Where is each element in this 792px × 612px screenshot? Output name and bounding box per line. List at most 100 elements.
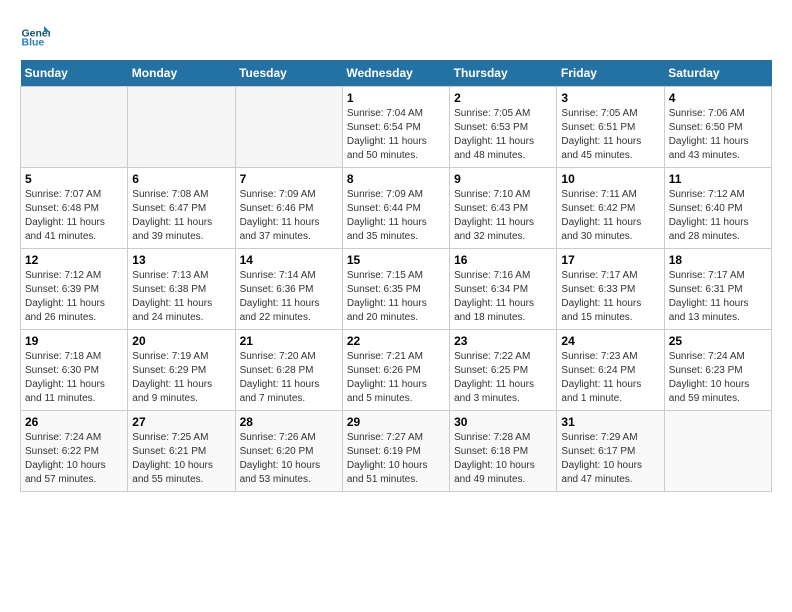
calendar-table: SundayMondayTuesdayWednesdayThursdayFrid… <box>20 60 772 492</box>
day-info: Sunrise: 7:19 AM Sunset: 6:29 PM Dayligh… <box>132 350 230 406</box>
day-info: Sunrise: 7:11 AM Sunset: 6:42 PM Dayligh… <box>561 188 659 244</box>
day-info: Sunrise: 7:20 AM Sunset: 6:28 PM Dayligh… <box>240 350 338 406</box>
day-number: 24 <box>561 334 659 348</box>
day-number: 25 <box>669 334 767 348</box>
day-number: 18 <box>669 253 767 267</box>
calendar-cell: 7 Sunrise: 7:09 AM Sunset: 6:46 PM Daylig… <box>235 168 342 249</box>
day-info: Sunrise: 7:09 AM Sunset: 6:46 PM Dayligh… <box>240 188 338 244</box>
day-info: Sunrise: 7:08 AM Sunset: 6:47 PM Dayligh… <box>132 188 230 244</box>
calendar-cell: 17 Sunrise: 7:17 AM Sunset: 6:33 PM Dayli… <box>557 249 664 330</box>
day-number: 31 <box>561 415 659 429</box>
day-info: Sunrise: 7:27 AM Sunset: 6:19 PM Dayligh… <box>347 431 445 487</box>
day-info: Sunrise: 7:17 AM Sunset: 6:33 PM Dayligh… <box>561 269 659 325</box>
day-info: Sunrise: 7:24 AM Sunset: 6:23 PM Dayligh… <box>669 350 767 406</box>
calendar-cell: 3Sunrise: 7:05 AM Sunset: 6:51 PM Daylig… <box>557 87 664 168</box>
day-number: 22 <box>347 334 445 348</box>
day-number: 5 <box>25 172 123 186</box>
day-info: Sunrise: 7:17 AM Sunset: 6:31 PM Dayligh… <box>669 269 767 325</box>
page-header: General Blue <box>20 20 772 50</box>
week-row-4: 26 Sunrise: 7:24 AM Sunset: 6:22 PM Dayli… <box>21 411 772 492</box>
day-info: Sunrise: 7:29 AM Sunset: 6:17 PM Dayligh… <box>561 431 659 487</box>
col-header-sunday: Sunday <box>21 60 128 87</box>
logo-icon: General Blue <box>20 20 50 50</box>
day-number: 4 <box>669 91 767 105</box>
day-info: Sunrise: 7:05 AM Sunset: 6:51 PM Dayligh… <box>561 107 659 163</box>
day-number: 13 <box>132 253 230 267</box>
day-info: Sunrise: 7:12 AM Sunset: 6:40 PM Dayligh… <box>669 188 767 244</box>
calendar-cell: 20 Sunrise: 7:19 AM Sunset: 6:29 PM Dayli… <box>128 330 235 411</box>
col-header-thursday: Thursday <box>450 60 557 87</box>
calendar-cell: 18 Sunrise: 7:17 AM Sunset: 6:31 PM Dayli… <box>664 249 771 330</box>
header-row: SundayMondayTuesdayWednesdayThursdayFrid… <box>21 60 772 87</box>
day-number: 9 <box>454 172 552 186</box>
day-info: Sunrise: 7:04 AM Sunset: 6:54 PM Dayligh… <box>347 107 445 163</box>
calendar-cell: 23Sunrise: 7:22 AM Sunset: 6:25 PM Dayli… <box>450 330 557 411</box>
day-number: 10 <box>561 172 659 186</box>
day-number: 12 <box>25 253 123 267</box>
svg-text:Blue: Blue <box>22 37 45 49</box>
calendar-cell: 8 Sunrise: 7:09 AM Sunset: 6:44 PM Daylig… <box>342 168 449 249</box>
calendar-cell <box>128 87 235 168</box>
calendar-cell: 12 Sunrise: 7:12 AM Sunset: 6:39 PM Dayli… <box>21 249 128 330</box>
day-info: Sunrise: 7:12 AM Sunset: 6:39 PM Dayligh… <box>25 269 123 325</box>
calendar-cell: 9 Sunrise: 7:10 AM Sunset: 6:43 PM Daylig… <box>450 168 557 249</box>
day-info: Sunrise: 7:10 AM Sunset: 6:43 PM Dayligh… <box>454 188 552 244</box>
calendar-cell: 29 Sunrise: 7:27 AM Sunset: 6:19 PM Dayli… <box>342 411 449 492</box>
calendar-cell: 30 Sunrise: 7:28 AM Sunset: 6:18 PM Dayli… <box>450 411 557 492</box>
col-header-tuesday: Tuesday <box>235 60 342 87</box>
day-info: Sunrise: 7:25 AM Sunset: 6:21 PM Dayligh… <box>132 431 230 487</box>
day-info: Sunrise: 7:28 AM Sunset: 6:18 PM Dayligh… <box>454 431 552 487</box>
day-info: Sunrise: 7:09 AM Sunset: 6:44 PM Dayligh… <box>347 188 445 244</box>
day-info: Sunrise: 7:23 AM Sunset: 6:24 PM Dayligh… <box>561 350 659 406</box>
day-number: 2 <box>454 91 552 105</box>
day-info: Sunrise: 7:24 AM Sunset: 6:22 PM Dayligh… <box>25 431 123 487</box>
day-info: Sunrise: 7:18 AM Sunset: 6:30 PM Dayligh… <box>25 350 123 406</box>
calendar-cell: 22Sunrise: 7:21 AM Sunset: 6:26 PM Dayli… <box>342 330 449 411</box>
day-info: Sunrise: 7:16 AM Sunset: 6:34 PM Dayligh… <box>454 269 552 325</box>
day-info: Sunrise: 7:05 AM Sunset: 6:53 PM Dayligh… <box>454 107 552 163</box>
calendar-cell: 24 Sunrise: 7:23 AM Sunset: 6:24 PM Dayli… <box>557 330 664 411</box>
day-number: 15 <box>347 253 445 267</box>
calendar-cell: 15Sunrise: 7:15 AM Sunset: 6:35 PM Dayli… <box>342 249 449 330</box>
calendar-cell: 1 Sunrise: 7:04 AM Sunset: 6:54 PM Daylig… <box>342 87 449 168</box>
calendar-cell: 31 Sunrise: 7:29 AM Sunset: 6:17 PM Dayli… <box>557 411 664 492</box>
calendar-cell: 13 Sunrise: 7:13 AM Sunset: 6:38 PM Dayli… <box>128 249 235 330</box>
calendar-cell: 11Sunrise: 7:12 AM Sunset: 6:40 PM Dayli… <box>664 168 771 249</box>
day-info: Sunrise: 7:13 AM Sunset: 6:38 PM Dayligh… <box>132 269 230 325</box>
day-number: 7 <box>240 172 338 186</box>
calendar-cell: 28 Sunrise: 7:26 AM Sunset: 6:20 PM Dayli… <box>235 411 342 492</box>
week-row-3: 19Sunrise: 7:18 AM Sunset: 6:30 PM Dayli… <box>21 330 772 411</box>
day-info: Sunrise: 7:26 AM Sunset: 6:20 PM Dayligh… <box>240 431 338 487</box>
calendar-cell: 4 Sunrise: 7:06 AM Sunset: 6:50 PM Daylig… <box>664 87 771 168</box>
week-row-1: 5 Sunrise: 7:07 AM Sunset: 6:48 PM Daylig… <box>21 168 772 249</box>
day-number: 14 <box>240 253 338 267</box>
calendar-cell: 14Sunrise: 7:14 AM Sunset: 6:36 PM Dayli… <box>235 249 342 330</box>
day-number: 17 <box>561 253 659 267</box>
day-info: Sunrise: 7:06 AM Sunset: 6:50 PM Dayligh… <box>669 107 767 163</box>
day-number: 28 <box>240 415 338 429</box>
calendar-cell <box>664 411 771 492</box>
calendar-cell: 6 Sunrise: 7:08 AM Sunset: 6:47 PM Daylig… <box>128 168 235 249</box>
col-header-friday: Friday <box>557 60 664 87</box>
day-number: 20 <box>132 334 230 348</box>
day-number: 27 <box>132 415 230 429</box>
day-number: 8 <box>347 172 445 186</box>
calendar-cell: 10 Sunrise: 7:11 AM Sunset: 6:42 PM Dayli… <box>557 168 664 249</box>
day-info: Sunrise: 7:22 AM Sunset: 6:25 PM Dayligh… <box>454 350 552 406</box>
week-row-0: 1 Sunrise: 7:04 AM Sunset: 6:54 PM Daylig… <box>21 87 772 168</box>
calendar-cell: 19Sunrise: 7:18 AM Sunset: 6:30 PM Dayli… <box>21 330 128 411</box>
day-info: Sunrise: 7:07 AM Sunset: 6:48 PM Dayligh… <box>25 188 123 244</box>
calendar-cell: 5 Sunrise: 7:07 AM Sunset: 6:48 PM Daylig… <box>21 168 128 249</box>
day-number: 26 <box>25 415 123 429</box>
calendar-cell: 27 Sunrise: 7:25 AM Sunset: 6:21 PM Dayli… <box>128 411 235 492</box>
week-row-2: 12 Sunrise: 7:12 AM Sunset: 6:39 PM Dayli… <box>21 249 772 330</box>
day-number: 16 <box>454 253 552 267</box>
day-number: 1 <box>347 91 445 105</box>
day-number: 21 <box>240 334 338 348</box>
col-header-monday: Monday <box>128 60 235 87</box>
day-number: 29 <box>347 415 445 429</box>
day-number: 6 <box>132 172 230 186</box>
logo: General Blue <box>20 20 56 50</box>
col-header-saturday: Saturday <box>664 60 771 87</box>
day-number: 30 <box>454 415 552 429</box>
